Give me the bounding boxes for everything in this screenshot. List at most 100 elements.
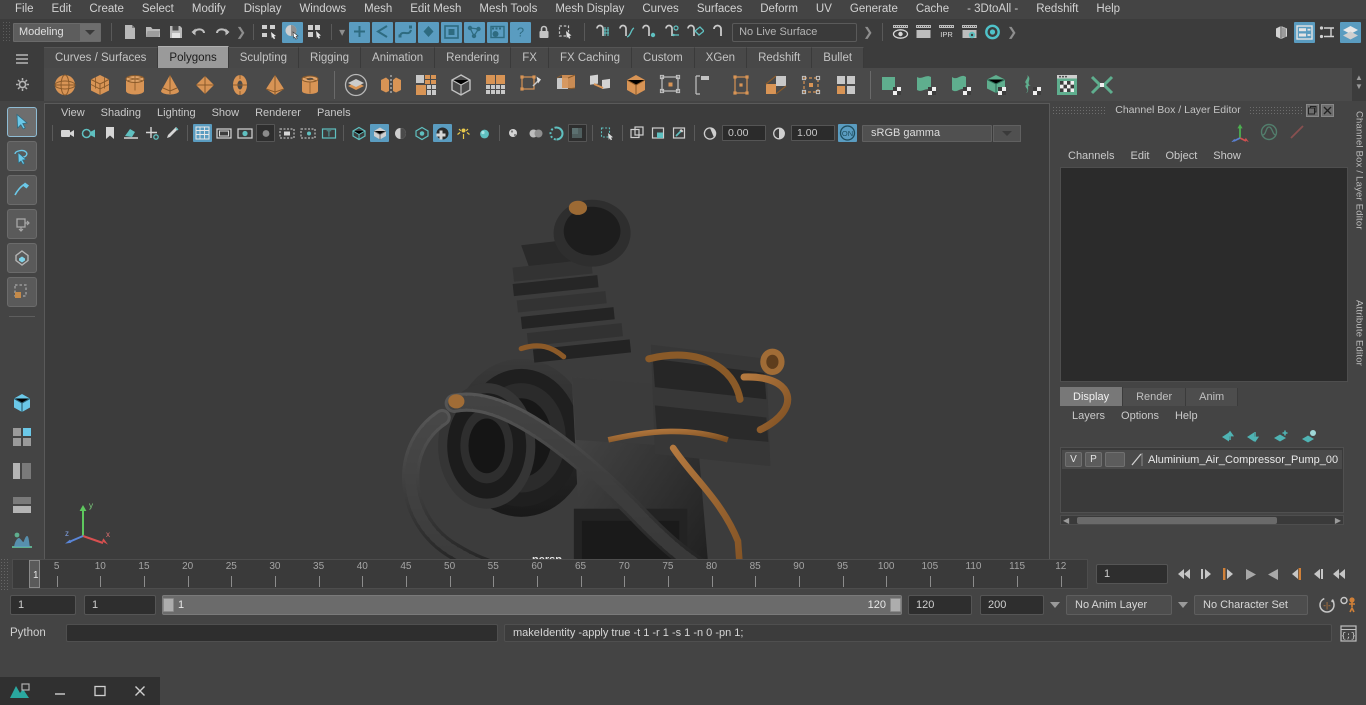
persp-outliner-layout[interactable] (7, 456, 37, 486)
menu-deform[interactable]: Deform (751, 0, 807, 19)
gate-mask-icon[interactable] (256, 124, 275, 142)
resolution-gate-icon[interactable] (235, 124, 254, 142)
duplicate-view-icon[interactable] (628, 124, 647, 142)
new-layer-icon[interactable] (1272, 429, 1290, 444)
minimize-icon[interactable] (40, 677, 80, 705)
menu-set-selector[interactable]: Modeling (13, 22, 101, 42)
layer-menu-help[interactable]: Help (1167, 410, 1206, 422)
menu-edit-mesh[interactable]: Edit Mesh (401, 0, 470, 19)
layer-menu-layers[interactable]: Layers (1064, 410, 1113, 422)
layer-list-scrollbar[interactable]: ◀ ▶ (1060, 515, 1344, 525)
film-gate-icon[interactable] (214, 124, 233, 142)
hypershade-icon[interactable] (982, 22, 1003, 43)
channel-box-menu-edit[interactable]: Edit (1122, 150, 1157, 162)
select-tool[interactable] (7, 107, 37, 137)
layer-tab-render[interactable]: Render (1123, 388, 1187, 406)
make-live-icon[interactable] (707, 22, 728, 43)
uv-mask-icon[interactable] (418, 21, 440, 43)
channel-box-menu-object[interactable]: Object (1157, 150, 1205, 162)
snap-to-grid-icon[interactable] (592, 22, 613, 43)
step-forward-keyframe-icon[interactable] (1307, 564, 1327, 584)
bookmark-icon[interactable] (100, 124, 119, 142)
snap-to-projected-center-icon[interactable] (661, 22, 682, 43)
status-line-grip[interactable] (2, 21, 10, 43)
poly-plane-icon[interactable] (189, 69, 221, 101)
collapse-file-group-icon[interactable]: ❯ (233, 25, 249, 39)
field-chart-icon[interactable] (277, 124, 296, 142)
scrollbar-thumb[interactable] (1077, 516, 1278, 524)
detach-component-icon[interactable] (830, 69, 862, 101)
save-scene-icon[interactable] (165, 22, 186, 43)
connect-components-icon[interactable] (795, 69, 827, 101)
anim-layer-select[interactable]: No Anim Layer (1066, 595, 1172, 615)
menu-cache[interactable]: Cache (907, 0, 958, 19)
menu-redshift[interactable]: Redshift (1027, 0, 1087, 19)
shelf-tab-custom[interactable]: Custom (632, 47, 695, 68)
channel-box-menu-channels[interactable]: Channels (1060, 150, 1122, 162)
expression-icon[interactable] (1288, 123, 1306, 141)
planar-map-icon[interactable] (1086, 69, 1118, 101)
play-backwards-icon[interactable] (1241, 564, 1261, 584)
shelf-tab-redshift[interactable]: Redshift (747, 47, 813, 68)
snap-to-curve-icon[interactable] (615, 22, 636, 43)
extrude-icon[interactable] (515, 69, 547, 101)
channel-box-menu-show[interactable]: Show (1205, 150, 1249, 162)
viewport-menu-shading[interactable]: Shading (93, 107, 149, 119)
sculpt-geometry-icon[interactable] (911, 69, 943, 101)
append-polygon-icon[interactable] (620, 69, 652, 101)
xray-joints-icon[interactable] (568, 124, 587, 142)
viewport-menu-lighting[interactable]: Lighting (149, 107, 204, 119)
copy-view-icon[interactable] (649, 124, 668, 142)
uv-layout-icon[interactable] (1016, 69, 1048, 101)
depth-of-field-icon[interactable] (505, 124, 524, 142)
multi-cut-icon[interactable] (445, 69, 477, 101)
face-mask-icon[interactable] (395, 21, 417, 43)
shelf-tab-polygons[interactable]: Polygons (158, 46, 229, 68)
uv-editor-icon[interactable] (981, 69, 1013, 101)
current-frame-field[interactable]: 1 (1096, 564, 1168, 584)
auto-keyframe-icon[interactable]: -|- (1317, 595, 1337, 615)
anim-start-field[interactable]: 1 (10, 595, 76, 615)
multisample-aa-icon[interactable] (475, 124, 494, 142)
layer-row[interactable]: V P Aluminium_Air_Compressor_Pump_00 (1062, 450, 1342, 469)
shelf-tab-animation[interactable]: Animation (361, 47, 436, 68)
command-input[interactable] (66, 624, 498, 642)
menu-modify[interactable]: Modify (183, 0, 235, 19)
separate-icon[interactable] (375, 69, 407, 101)
menu-select[interactable]: Select (133, 0, 183, 19)
color-management-icon[interactable]: ON (838, 124, 857, 142)
snap-to-point-icon[interactable] (638, 22, 659, 43)
grease-pencil-icon[interactable] (163, 124, 182, 142)
show-hide-tool-settings-icon[interactable] (1317, 22, 1338, 43)
move-tool[interactable] (7, 209, 37, 239)
maya-app-icon[interactable] (0, 677, 40, 705)
command-language-label[interactable]: Python (10, 627, 66, 639)
smooth-shade-icon[interactable] (370, 124, 389, 142)
show-hide-attribute-editor-icon[interactable] (1294, 21, 1315, 43)
wedge-icon[interactable] (655, 69, 687, 101)
menu-windows[interactable]: Windows (290, 0, 355, 19)
shelf-tab-rigging[interactable]: Rigging (299, 47, 362, 68)
menu-edit[interactable]: Edit (43, 0, 81, 19)
step-forward-frame-icon[interactable] (1285, 564, 1305, 584)
menu-mesh-display[interactable]: Mesh Display (546, 0, 633, 19)
lock-icon[interactable] (533, 22, 554, 43)
scroll-left-icon[interactable]: ◀ (1061, 516, 1069, 525)
smooth-icon[interactable] (480, 69, 512, 101)
close-icon[interactable] (120, 677, 160, 705)
time-cursor[interactable]: 1 (29, 560, 40, 588)
range-bar[interactable]: 1 120 (162, 595, 902, 615)
poke-icon[interactable] (690, 69, 722, 101)
viewport-menu-renderer[interactable]: Renderer (247, 107, 309, 119)
shelf-tab-bullet[interactable]: Bullet (812, 47, 865, 68)
gamma-icon[interactable] (769, 124, 788, 142)
lasso-select-tool[interactable] (7, 141, 37, 171)
panel-grip-left[interactable] (1052, 105, 1108, 115)
new-scene-icon[interactable] (119, 22, 140, 43)
safe-action-icon[interactable] (298, 124, 317, 142)
anim-layer-chevron-down-icon[interactable] (1050, 602, 1060, 608)
quad-draw-icon[interactable] (876, 69, 908, 101)
viewport-menu-panels[interactable]: Panels (309, 107, 359, 119)
single-perspective-layout[interactable] (7, 388, 37, 418)
paint-view-icon[interactable] (670, 124, 689, 142)
